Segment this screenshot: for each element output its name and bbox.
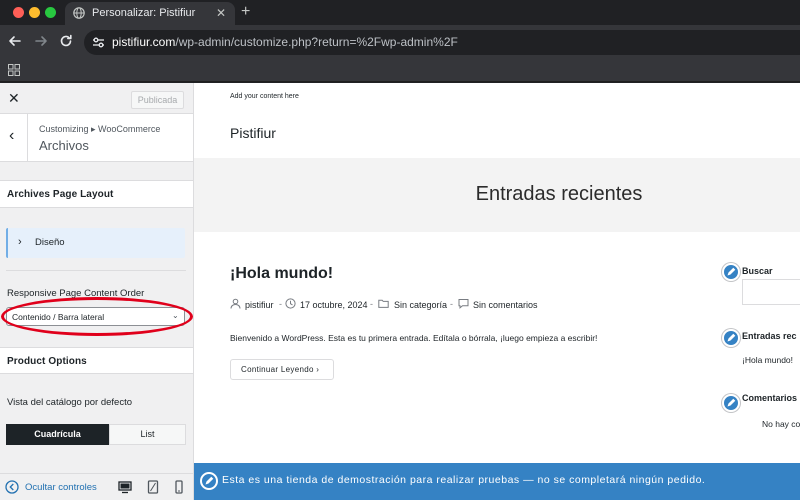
meta-separator: - xyxy=(450,299,453,309)
recent-post-link[interactable]: ¡Hola mundo! xyxy=(742,355,793,365)
page-title: Entradas recientes xyxy=(475,183,643,205)
meta-separator: - xyxy=(279,299,282,309)
post-author[interactable]: pistifiur xyxy=(245,300,274,310)
apps-grid-icon[interactable] xyxy=(8,64,20,76)
page-hero: Entradas recientes xyxy=(194,158,800,232)
browser-tab[interactable]: Personalizar: Pistifiur ✕ xyxy=(65,2,235,25)
tab-title: Personalizar: Pistifiur xyxy=(92,7,196,19)
hide-controls-link[interactable]: Ocultar controles xyxy=(25,482,97,493)
url-host: pistifiur.com xyxy=(112,35,176,49)
archives-layout-heading: Archives Page Layout xyxy=(0,180,193,208)
back-arrow-icon[interactable] xyxy=(7,33,23,49)
chevron-left-icon: ‹ xyxy=(9,127,15,144)
site-preview: Add your content here Pistifiur Entradas… xyxy=(194,83,800,500)
url-text: pistifiur.com/wp-admin/customize.php?ret… xyxy=(112,35,458,49)
recent-posts-widget-title: Entradas rec xyxy=(742,331,797,341)
publish-button[interactable]: Publicada xyxy=(131,91,184,109)
address-bar[interactable]: pistifiur.com/wp-admin/customize.php?ret… xyxy=(84,30,800,55)
responsive-order-select[interactable]: Contenido / Barra lateral ⌄ xyxy=(6,307,185,326)
store-notice-text: Esta es una tienda de demostración para … xyxy=(222,474,706,486)
folder-icon xyxy=(378,299,389,308)
tab-close-icon[interactable]: ✕ xyxy=(216,6,226,20)
forward-arrow-icon[interactable] xyxy=(33,33,49,49)
screen: Personalizar: Pistifiur ✕ + pistifiur.co… xyxy=(0,0,800,500)
post-date[interactable]: 17 octubre, 2024 xyxy=(300,300,368,310)
topbar-text: Add your content here xyxy=(230,93,299,100)
edit-shortcut-icon[interactable] xyxy=(200,472,218,490)
edit-shortcut-icon[interactable] xyxy=(722,263,740,281)
responsive-order-label: Responsive Page Content Order xyxy=(7,288,145,299)
new-tab-icon[interactable]: + xyxy=(241,4,250,20)
edit-shortcut-icon[interactable] xyxy=(722,329,740,347)
comments-widget-text: No hay co xyxy=(762,419,800,429)
browser-tabstrip: Personalizar: Pistifiur ✕ + xyxy=(0,0,800,25)
catalog-list-option[interactable]: List xyxy=(109,424,186,445)
breadcrumb: Customizing ▸ WooCommerce xyxy=(39,124,161,134)
customizer-footer: Ocultar controles xyxy=(0,473,193,500)
collapse-icon[interactable] xyxy=(5,480,19,494)
comments-widget-title: Comentarios xyxy=(742,393,798,403)
read-more-button[interactable]: Continuar Leyendo › xyxy=(230,359,334,380)
catalog-view-label: Vista del catálogo por defecto xyxy=(7,397,132,408)
edit-shortcut-icon[interactable] xyxy=(722,394,740,412)
archives-layout-label: Archives Page Layout xyxy=(7,189,114,200)
post-category[interactable]: Sin categoría xyxy=(394,300,447,310)
store-notice-bar: Esta es una tienda de demostración para … xyxy=(194,463,800,500)
comment-icon xyxy=(458,299,469,309)
read-more-label: Continuar Leyendo › xyxy=(241,365,320,374)
clock-icon xyxy=(285,298,296,309)
user-icon xyxy=(230,298,241,309)
desktop-preview-icon[interactable] xyxy=(118,480,132,494)
url-path: /wp-admin/customize.php?return=%2Fwp-adm… xyxy=(175,35,458,49)
design-label: Diseño xyxy=(35,237,65,248)
window-zoom-button[interactable] xyxy=(45,7,56,18)
tablet-preview-icon[interactable] xyxy=(146,480,160,494)
product-options-label: Product Options xyxy=(7,356,87,367)
divider xyxy=(6,270,186,271)
customizer-panel: ✕ Publicada ‹ Customizing ▸ WooCommerce … xyxy=(0,83,194,500)
product-options-heading: Product Options xyxy=(0,347,193,374)
window-minimize-button[interactable] xyxy=(29,7,40,18)
chevron-down-icon: ⌄ xyxy=(172,311,179,320)
window-close-button[interactable] xyxy=(13,7,24,18)
reload-icon[interactable] xyxy=(58,33,74,49)
post-comments[interactable]: Sin comentarios xyxy=(473,300,538,310)
globe-icon xyxy=(73,7,85,19)
search-widget-title: Buscar xyxy=(742,266,773,276)
chevron-right-icon: › xyxy=(18,236,22,248)
close-icon[interactable]: ✕ xyxy=(8,91,20,105)
site-settings-icon[interactable] xyxy=(92,36,105,49)
customizer-header: ✕ Publicada xyxy=(0,83,193,114)
meta-separator: - xyxy=(370,299,373,309)
mobile-preview-icon[interactable] xyxy=(172,480,186,494)
catalog-grid-option[interactable]: Cuadrícula xyxy=(6,424,109,445)
responsive-order-value: Contenido / Barra lateral xyxy=(12,312,105,322)
design-toggle[interactable]: › Diseño xyxy=(6,228,185,258)
search-input[interactable] xyxy=(742,279,800,305)
back-button[interactable]: ‹ xyxy=(0,114,28,161)
section-title-bar: ‹ Customizing ▸ WooCommerce Archivos xyxy=(0,114,193,162)
section-name: Archivos xyxy=(39,138,89,153)
bookmarks-bar xyxy=(0,59,800,82)
site-title[interactable]: Pistifiur xyxy=(230,125,276,141)
browser-toolbar: pistifiur.com/wp-admin/customize.php?ret… xyxy=(0,25,800,59)
post-title[interactable]: ¡Hola mundo! xyxy=(230,265,333,283)
post-excerpt: Bienvenido a WordPress. Esta es tu prime… xyxy=(230,333,598,343)
